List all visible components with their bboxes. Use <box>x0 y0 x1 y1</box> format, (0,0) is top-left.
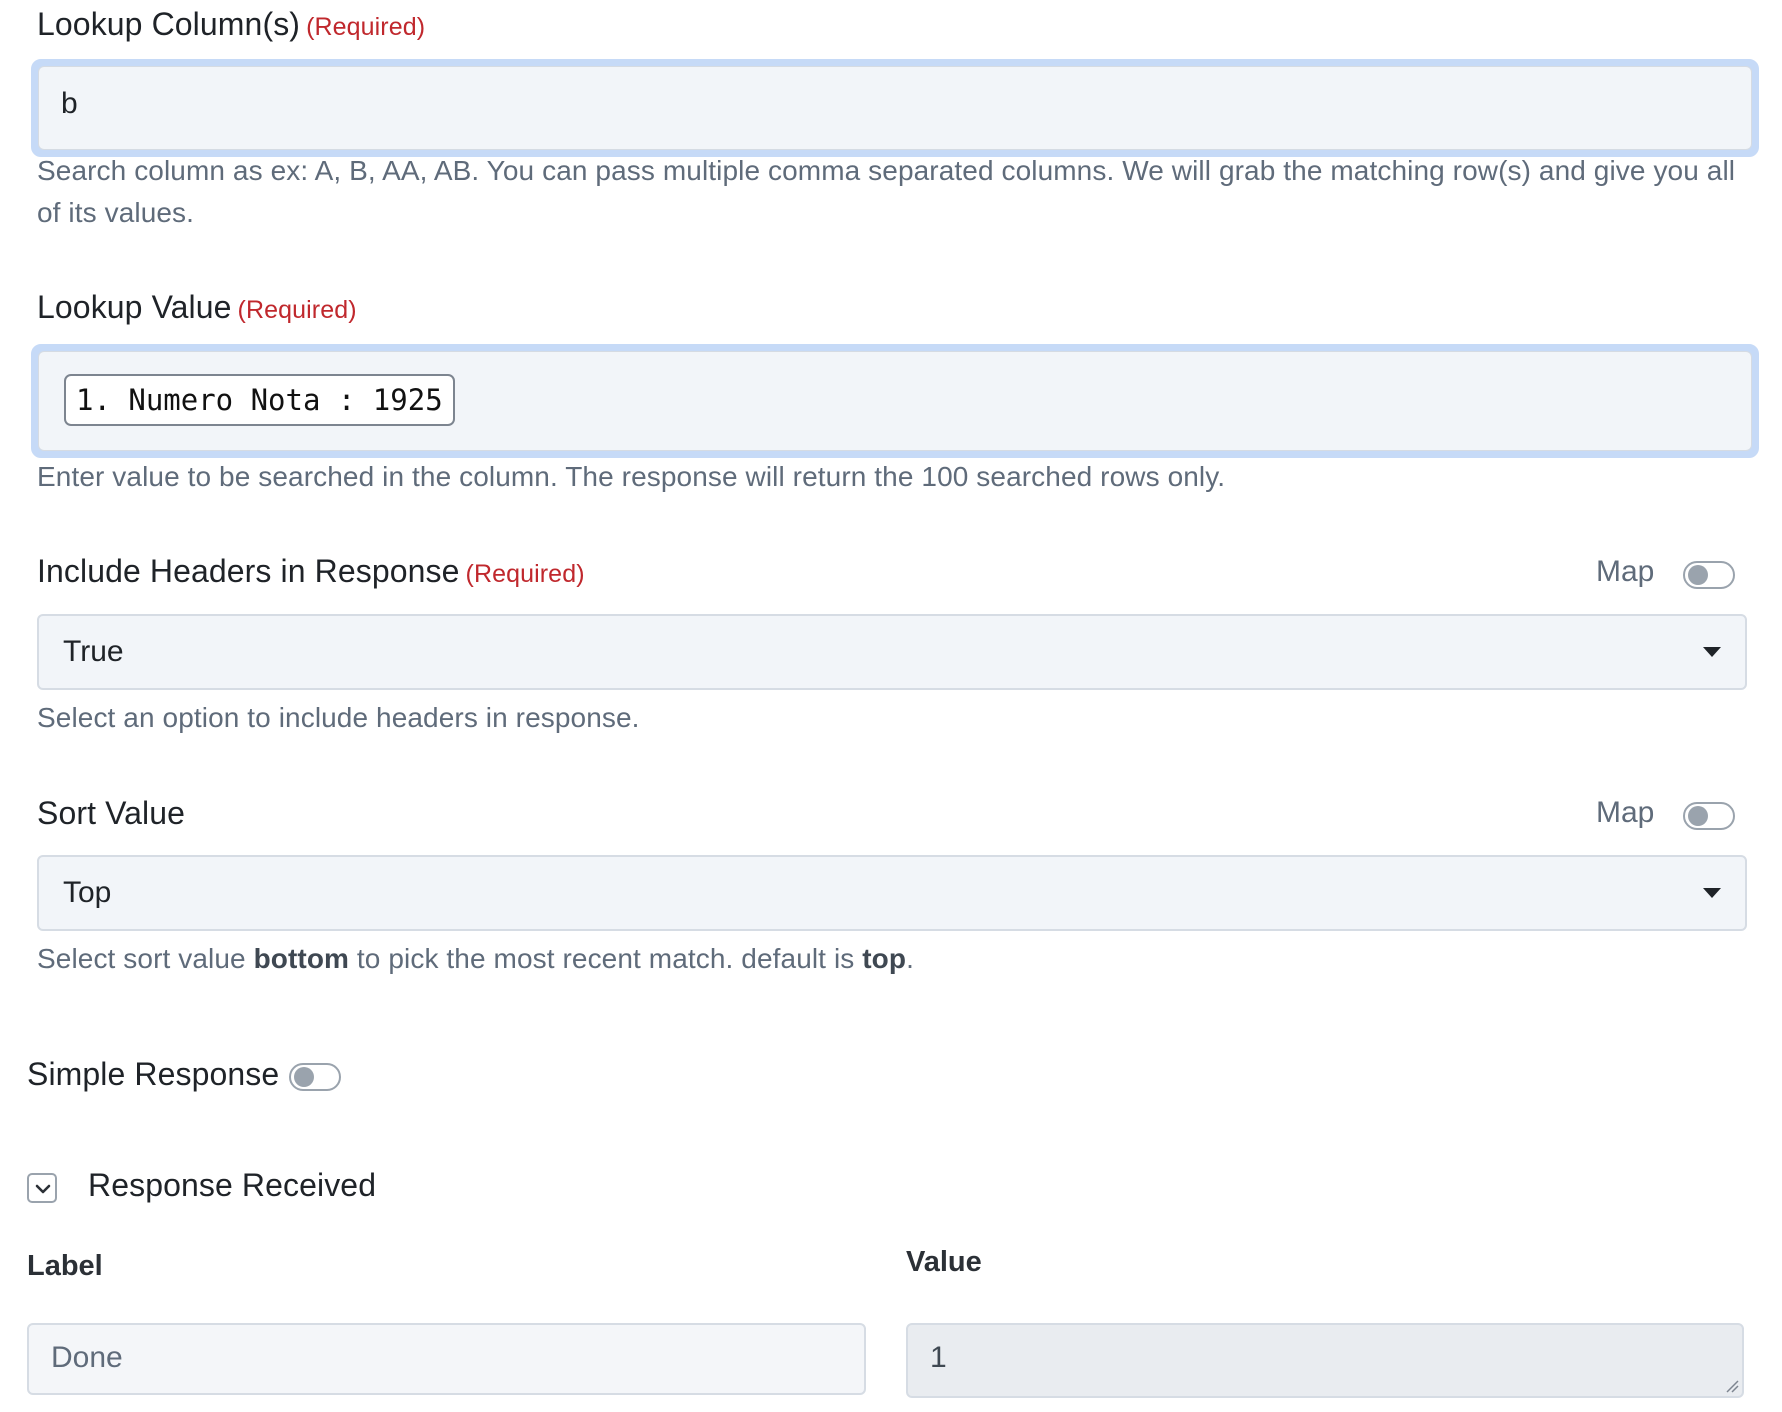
label-column-header: Label <box>27 1250 103 1282</box>
lookup-value-input[interactable]: 1. Numero Nota : 1925 <box>31 344 1759 458</box>
response-value-value: 1 <box>930 1341 947 1374</box>
sort-value-map-label: Map <box>1596 796 1655 829</box>
sort-value-select[interactable]: Top <box>37 855 1747 931</box>
include-headers-map-toggle[interactable] <box>1683 561 1735 589</box>
include-headers-select[interactable]: True <box>37 614 1747 690</box>
sort-value-selected-value: Top <box>63 876 112 909</box>
sort-value-map-toggle[interactable] <box>1683 802 1735 830</box>
lookup-columns-label-text: Lookup Column(s) <box>37 6 301 42</box>
response-value-field[interactable]: 1 <box>906 1323 1744 1398</box>
caret-down-icon <box>1703 888 1721 898</box>
response-label-value: Done <box>51 1341 123 1374</box>
required-marker: (Required) <box>237 296 357 324</box>
required-marker: (Required) <box>306 13 426 41</box>
lookup-columns-help: Search column as ex: A, B, AA, AB. You c… <box>37 155 1736 228</box>
response-label-field[interactable]: Done <box>27 1323 866 1395</box>
include-headers-help: Select an option to include headers in r… <box>37 702 640 733</box>
sort-value-help: Select sort value bottom to pick the mos… <box>37 938 1737 980</box>
resize-grip-icon[interactable] <box>1725 1379 1739 1393</box>
simple-response-toggle[interactable] <box>289 1063 341 1091</box>
sort-help-text: to pick the most recent match. default i… <box>349 943 863 974</box>
include-headers-label: Include Headers in Response (Required) <box>37 553 585 590</box>
response-collapse-button[interactable] <box>27 1173 57 1203</box>
lookup-columns-label: Lookup Column(s) (Required) <box>37 6 425 43</box>
sort-value-label: Sort Value <box>37 795 185 832</box>
sort-help-text: . <box>906 943 914 974</box>
include-headers-label-text: Include Headers in Response <box>37 553 460 589</box>
toggle-knob <box>1688 806 1708 826</box>
lookup-columns-input-field[interactable]: b <box>38 66 1752 150</box>
sort-help-text: Select sort value <box>37 943 254 974</box>
lookup-columns-input[interactable]: b <box>31 59 1759 157</box>
lookup-value-input-field[interactable]: 1. Numero Nota : 1925 <box>38 351 1752 451</box>
toggle-knob <box>1688 565 1708 585</box>
sort-value-label-text: Sort Value <box>37 795 186 831</box>
sort-help-bottom: bottom <box>253 943 350 974</box>
mapped-value-chip[interactable]: 1. Numero Nota : 1925 <box>64 374 455 426</box>
lookup-columns-input-value: b <box>61 87 78 120</box>
response-received-title: Response Received <box>88 1167 377 1203</box>
simple-response-label: Simple Response <box>27 1056 280 1092</box>
required-marker: (Required) <box>465 560 585 588</box>
lookup-value-label-text: Lookup Value <box>37 289 232 325</box>
include-headers-map-label: Map <box>1596 555 1655 588</box>
value-column-header: Value <box>906 1246 982 1278</box>
chevron-down-icon <box>35 1184 51 1194</box>
caret-down-icon <box>1703 647 1721 657</box>
lookup-value-help: Enter value to be searched in the column… <box>37 461 1226 492</box>
sort-help-top: top <box>862 943 907 974</box>
toggle-knob <box>294 1067 314 1087</box>
include-headers-selected-value: True <box>63 635 124 668</box>
lookup-value-label: Lookup Value (Required) <box>37 289 357 326</box>
